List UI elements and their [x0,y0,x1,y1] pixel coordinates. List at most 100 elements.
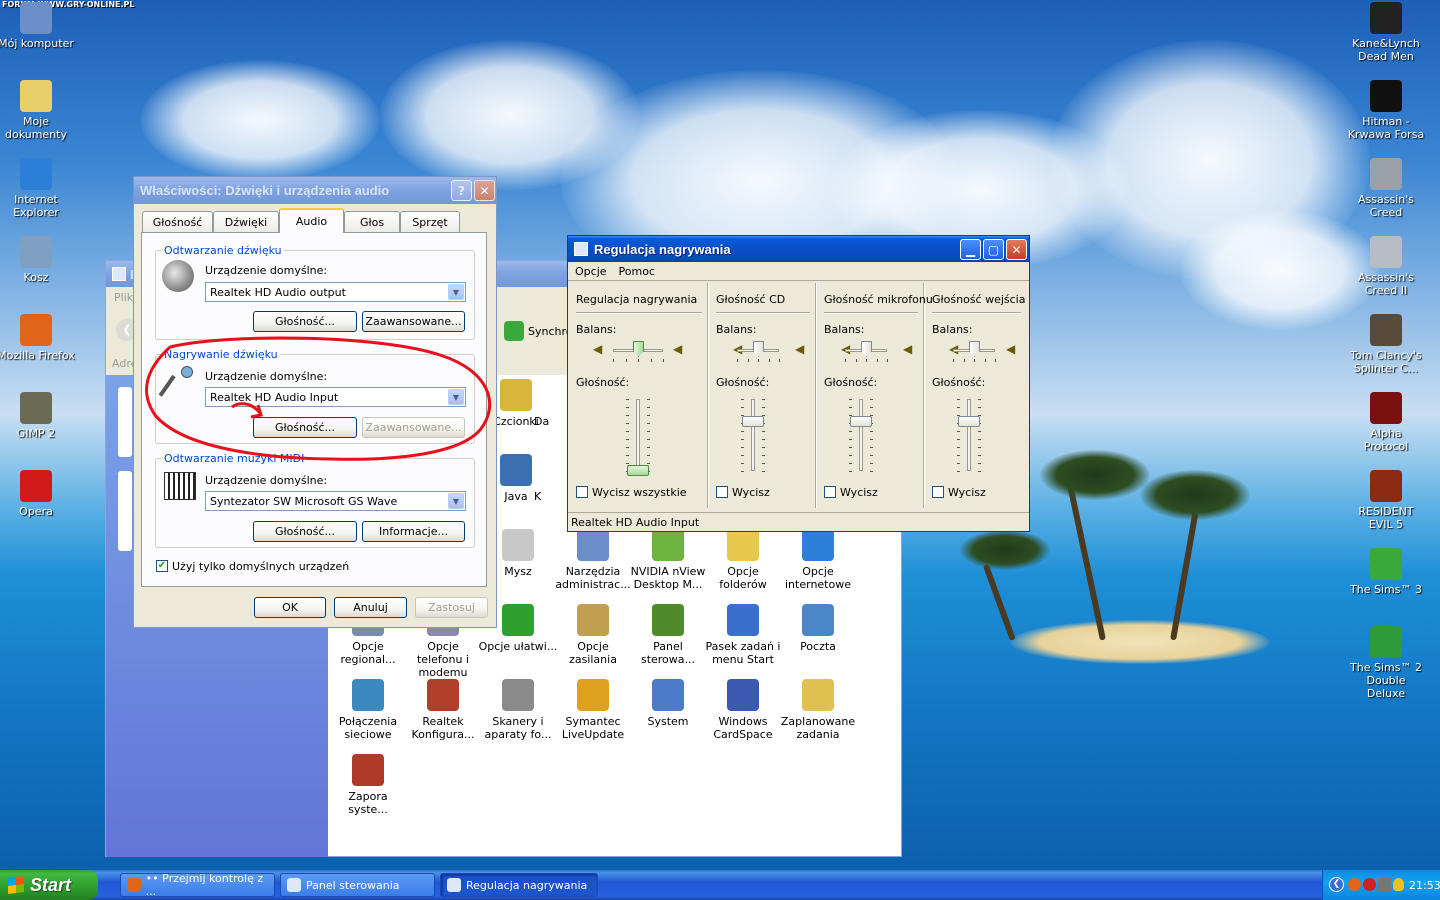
tick-mark [762,439,765,440]
tray-bulb-icon[interactable] [1393,878,1404,891]
control-panel-item[interactable]: Symantec LiveUpdate [553,679,633,741]
mute-checkbox[interactable] [824,486,836,498]
desktop-icon[interactable]: GIMP 2 [0,392,75,440]
volume-label: Głośność: [932,376,986,389]
control-panel-item[interactable]: Zaplanowane zadania [778,679,858,741]
tick-mark [849,455,852,456]
control-panel-item[interactable]: Da [534,379,554,428]
taskbar-button[interactable]: Regulacja nagrywania [440,873,598,897]
tick-mark [651,359,652,362]
midi-volume-button[interactable]: Głośność... [253,521,357,542]
desktop-icon[interactable]: Mój komputer [0,2,75,50]
control-panel-item-label: Opcje zasilania [569,640,617,666]
tab-audio[interactable]: Audio [279,208,344,233]
ok-button[interactable]: OK [254,597,326,618]
tick-mark [849,407,852,408]
control-panel-item[interactable]: Opcje folderów [703,529,783,591]
balance-slider-thumb[interactable] [861,341,872,357]
control-panel-item[interactable]: Pasek zadań i menu Start [703,604,783,666]
speaker-right-icon: ◀ [903,342,913,356]
tab-sounds[interactable]: Dźwięki [213,211,279,232]
volume-slider-thumb[interactable] [627,465,649,476]
desktop-icon[interactable]: Assassin's Creed [1347,158,1425,219]
clock[interactable]: 21:53 [1409,879,1440,892]
tick-mark [978,407,981,408]
balance-slider-thumb[interactable] [753,341,764,357]
midi-info-button[interactable]: Informacje... [362,521,465,542]
tab-volume[interactable]: Głośność [142,211,213,232]
control-panel-item[interactable]: NVIDIA nView Desktop M... [628,529,708,591]
apply-button[interactable]: Zastosuj [415,597,488,618]
sync-button[interactable]: Synchro [504,321,573,341]
tick-mark [737,359,738,362]
desktop-icon[interactable]: Kane&Lynch Dead Men [1347,2,1425,63]
menu-help[interactable]: Pomoc [619,265,655,280]
tray-firefox-icon[interactable] [1348,878,1361,891]
playback-device-select[interactable]: Realtek HD Audio output ▼ [205,282,466,302]
desktop-icon[interactable]: Mozilla Firefox [0,314,75,362]
control-panel-item[interactable]: Zapora syste... [328,754,408,816]
control-panel-item[interactable]: Opcje internetowe [778,529,858,591]
mute-checkbox[interactable] [932,486,944,498]
tab-hardware[interactable]: Sprzęt [400,211,460,232]
volume-label: Głośność: [824,376,878,389]
taskbar-button[interactable]: Panel sterowania [280,873,435,897]
alpha-protocol-icon [1370,392,1402,424]
desktop-icon[interactable]: Internet Explorer [0,158,75,219]
balance-slider-thumb[interactable] [969,341,980,357]
desktop-icon[interactable]: Assassin's Creed II [1347,236,1425,297]
desktop-icon[interactable]: Moje dokumenty [0,80,75,141]
control-panel-icon [287,878,301,892]
tray-expand-icon[interactable]: ❮ [1329,877,1344,892]
midi-device-select[interactable]: Syntezator SW Microsoft GS Wave ▼ [205,491,466,511]
control-panel-item[interactable]: Panel sterowa... [628,604,708,666]
desktop-icon[interactable]: Hitman - Krwawa Forsa [1347,80,1425,141]
annotation-circle [145,336,491,461]
control-panel-item[interactable]: Realtek Konfigura... [403,679,483,741]
tick-mark [762,447,765,448]
menu-file[interactable]: Plik [114,291,133,304]
audio-dialog-titlebar[interactable]: Właściwości: Dźwięki i urządzenia audio [134,177,496,204]
hitman-icon [1370,80,1402,112]
control-panel-item[interactable]: Windows CardSpace [703,679,783,741]
power-icon [577,604,609,636]
taskbar-button[interactable]: •• Przejmij kontrolę z ... [120,872,275,898]
control-panel-item[interactable]: Połączenia sieciowe [328,679,408,741]
desktop-icon[interactable]: Tom Clancy's Splinter C... [1347,314,1425,375]
help-button[interactable]: ? [451,180,472,201]
tray-volume-icon[interactable] [1378,878,1391,891]
desktop-icon[interactable]: RESIDENT EVIL 5 [1347,470,1425,531]
only-default-checkbox[interactable]: ✔ [156,560,168,572]
control-panel-item[interactable]: K [534,454,554,503]
mixer-statusbar: Realtek HD Audio Input [568,512,1029,532]
cancel-button[interactable]: Anuluj [334,597,407,618]
volume-slider-thumb[interactable] [742,416,764,427]
close-button[interactable]: ✕ [474,180,495,201]
desktop-icon[interactable]: Opera [0,470,75,518]
control-panel-item[interactable]: Poczta [778,604,858,653]
control-panel-item[interactable]: Opcje zasilania [553,604,633,666]
desktop-icon[interactable]: Alpha Protocol [1347,392,1425,453]
desktop-icon[interactable]: The Sims™ 3 [1347,548,1425,596]
playback-advanced-button[interactable]: Zaawansowane... [362,311,465,332]
balance-slider-thumb[interactable] [633,341,644,357]
start-button[interactable]: Start [0,870,98,900]
control-panel-item[interactable]: Narzędzia administrac... [553,529,633,591]
mixer-close-button[interactable]: ✕ [1006,239,1027,260]
playback-volume-button[interactable]: Głośność... [253,311,357,332]
mute-checkbox[interactable] [576,486,588,498]
tray-alert-icon[interactable] [1363,878,1376,891]
desktop-icon[interactable]: The Sims™ 2 Double Deluxe [1347,626,1425,700]
minimize-button[interactable]: ▁ [960,239,981,260]
tick-mark [626,439,629,440]
mute-checkbox[interactable] [716,486,728,498]
control-panel-item[interactable]: Skanery i aparaty fo... [478,679,558,741]
control-panel-item[interactable]: System [628,679,708,728]
mixer-menubar: Opcje Pomoc [568,262,1029,281]
volume-slider-thumb[interactable] [850,416,872,427]
maximize-button[interactable]: ▢ [983,239,1004,260]
tab-voice[interactable]: Głos [344,211,400,232]
volume-slider-thumb[interactable] [958,416,980,427]
desktop-icon[interactable]: Kosz [0,236,75,284]
menu-options[interactable]: Opcje [575,265,607,280]
